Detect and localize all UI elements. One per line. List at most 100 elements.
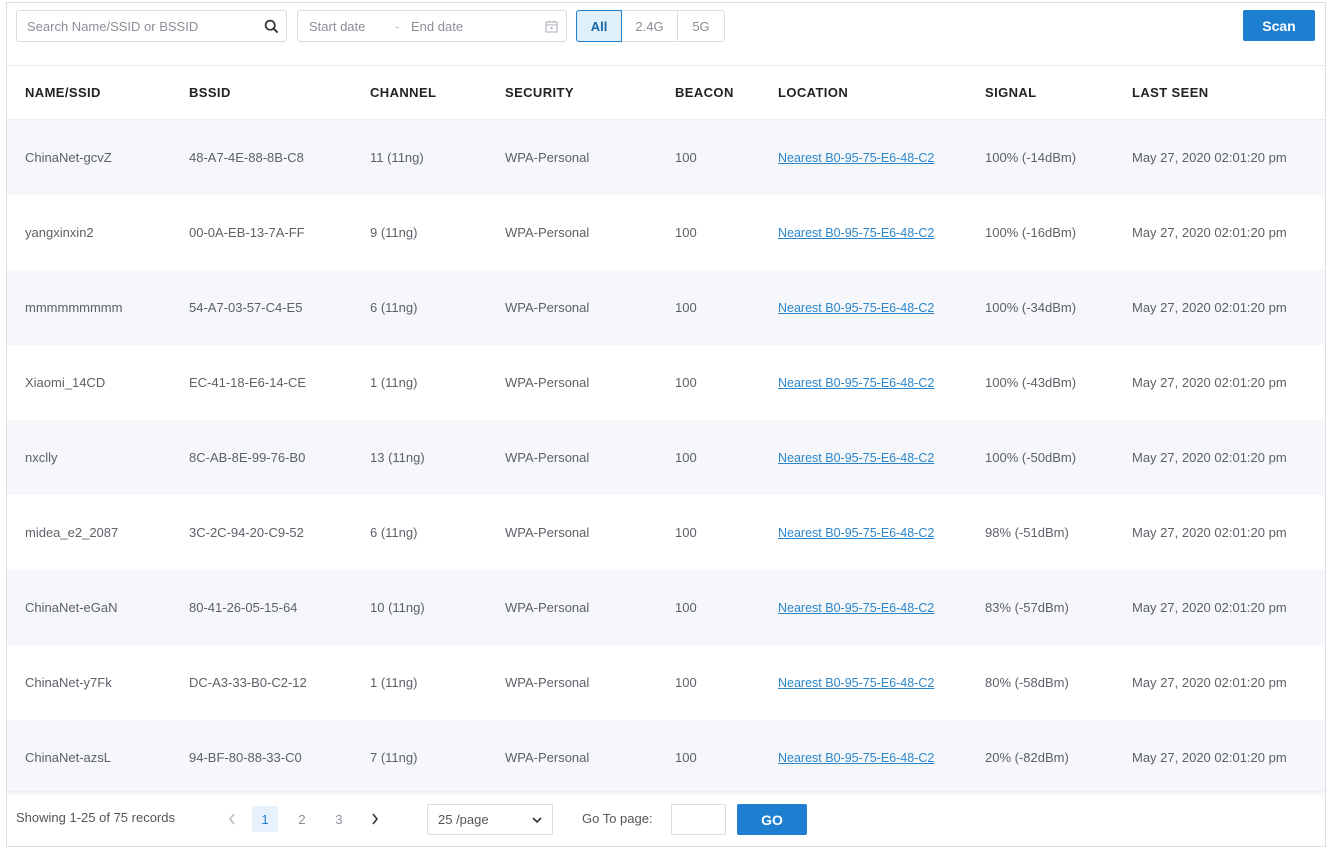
column-header-location[interactable]: LOCATION bbox=[778, 66, 985, 120]
page-3-button[interactable]: 3 bbox=[326, 806, 352, 832]
cell-beacon: 100 bbox=[675, 225, 697, 240]
page-size-select[interactable]: 25 /page bbox=[427, 804, 553, 835]
column-header-security[interactable]: SECURITY bbox=[505, 66, 675, 120]
cell-last-seen: May 27, 2020 02:01:20 pm bbox=[1132, 270, 1325, 345]
search-input[interactable] bbox=[17, 12, 256, 40]
cell-bssid: 94-BF-80-88-33-C0 bbox=[189, 720, 370, 795]
cell-channel: 11 (11ng) bbox=[370, 119, 505, 195]
cell-channel: 6 (11ng) bbox=[370, 270, 505, 345]
location-link[interactable]: Nearest B0-95-75-E6-48-C2 bbox=[778, 375, 985, 391]
location-link[interactable]: Nearest B0-95-75-E6-48-C2 bbox=[778, 150, 985, 166]
table-row[interactable]: midea_e2_2087 3C-2C-94-20-C9-52 6 (11ng)… bbox=[7, 495, 1325, 570]
cell-channel: 6 (11ng) bbox=[370, 525, 418, 540]
cell-location: Nearest B0-95-75-E6-48-C2 bbox=[778, 119, 985, 195]
cell-bssid: 48-A7-4E-88-8B-C8 bbox=[189, 119, 370, 195]
table-row[interactable]: ChinaNet-eGaN 80-41-26-05-15-64 10 (11ng… bbox=[7, 570, 1325, 645]
cell-bssid: EC-41-18-E6-14-CE bbox=[189, 375, 307, 390]
cell-beacon: 100 bbox=[675, 375, 697, 390]
band-filter: All 2.4G 5G bbox=[576, 10, 725, 42]
end-date-input[interactable]: End date bbox=[411, 19, 541, 34]
calendar-icon[interactable] bbox=[541, 20, 561, 33]
prev-page-icon[interactable] bbox=[220, 806, 244, 832]
cell-signal: 100% (-43dBm) bbox=[985, 375, 1077, 390]
date-range-picker[interactable]: Start date - End date bbox=[297, 10, 567, 42]
column-header-name[interactable]: NAME/SSID bbox=[7, 66, 189, 120]
cell-signal: 100% (-16dBm) bbox=[985, 225, 1077, 240]
go-button[interactable]: GO bbox=[737, 804, 807, 835]
cell-name: ChinaNet-y7Fk bbox=[25, 675, 112, 690]
cell-location: Nearest B0-95-75-E6-48-C2 bbox=[778, 645, 985, 720]
location-link[interactable]: Nearest B0-95-75-E6-48-C2 bbox=[778, 450, 985, 466]
cell-security: WPA-Personal bbox=[505, 420, 675, 495]
cell-security: WPA-Personal bbox=[505, 720, 675, 795]
cell-channel: 9 (11ng) bbox=[370, 225, 418, 240]
table-row[interactable]: ChinaNet-y7Fk DC-A3-33-B0-C2-12 1 (11ng)… bbox=[7, 645, 1325, 720]
location-link[interactable]: Nearest B0-95-75-E6-48-C2 bbox=[778, 225, 985, 241]
cell-beacon: 100 bbox=[675, 570, 778, 645]
cell-security: WPA-Personal bbox=[505, 675, 590, 690]
cell-bssid: 3C-2C-94-20-C9-52 bbox=[189, 525, 304, 540]
cell-beacon: 100 bbox=[675, 420, 778, 495]
cell-bssid: 8C-AB-8E-99-76-B0 bbox=[189, 420, 370, 495]
cell-location: Nearest B0-95-75-E6-48-C2 bbox=[778, 495, 985, 570]
location-link[interactable]: Nearest B0-95-75-E6-48-C2 bbox=[778, 525, 985, 541]
cell-last-seen: May 27, 2020 02:01:20 pm bbox=[1132, 675, 1287, 690]
records-count: Showing 1-25 of 75 records bbox=[16, 810, 175, 825]
table-row[interactable]: ChinaNet-azsL 94-BF-80-88-33-C0 7 (11ng)… bbox=[7, 720, 1325, 795]
cell-name: mmmmmmmmm bbox=[7, 270, 189, 345]
cell-beacon: 100 bbox=[675, 525, 697, 540]
page-2-button[interactable]: 2 bbox=[289, 806, 315, 832]
column-header-beacon[interactable]: BEACON bbox=[675, 66, 778, 120]
column-header-bssid[interactable]: BSSID bbox=[189, 66, 370, 120]
cell-location: Nearest B0-95-75-E6-48-C2 bbox=[778, 195, 985, 270]
scan-button[interactable]: Scan bbox=[1243, 10, 1315, 41]
band-2-4g-option[interactable]: 2.4G bbox=[621, 10, 678, 42]
cell-bssid: 80-41-26-05-15-64 bbox=[189, 570, 370, 645]
cell-name: ChinaNet-gcvZ bbox=[7, 119, 189, 195]
table-row[interactable]: nxclly 8C-AB-8E-99-76-B0 13 (11ng) WPA-P… bbox=[7, 420, 1325, 495]
cell-channel: 13 (11ng) bbox=[370, 420, 505, 495]
search-icon[interactable] bbox=[256, 11, 286, 41]
cell-channel: 10 (11ng) bbox=[370, 570, 505, 645]
location-link[interactable]: Nearest B0-95-75-E6-48-C2 bbox=[778, 675, 985, 691]
cell-beacon: 100 bbox=[675, 720, 778, 795]
column-header-signal[interactable]: SIGNAL bbox=[985, 66, 1132, 120]
cell-signal: 98% (-51dBm) bbox=[985, 525, 1069, 540]
cell-beacon: 100 bbox=[675, 675, 697, 690]
cell-location: Nearest B0-95-75-E6-48-C2 bbox=[778, 720, 985, 795]
location-link[interactable]: Nearest B0-95-75-E6-48-C2 bbox=[778, 300, 985, 316]
next-page-icon[interactable] bbox=[363, 806, 387, 832]
column-header-channel[interactable]: CHANNEL bbox=[370, 66, 505, 120]
start-date-input[interactable]: Start date bbox=[309, 19, 395, 34]
goto-label: Go To page: bbox=[582, 811, 653, 826]
cell-name: yangxinxin2 bbox=[25, 225, 94, 240]
cell-bssid: DC-A3-33-B0-C2-12 bbox=[189, 675, 307, 690]
location-link[interactable]: Nearest B0-95-75-E6-48-C2 bbox=[778, 600, 985, 616]
table-row[interactable]: ChinaNet-gcvZ 48-A7-4E-88-8B-C8 11 (11ng… bbox=[7, 119, 1325, 195]
wifi-scan-panel: Start date - End date All 2.4G 5G Scan N… bbox=[6, 2, 1326, 847]
location-link[interactable]: Nearest B0-95-75-E6-48-C2 bbox=[778, 750, 985, 766]
cell-name: ChinaNet-eGaN bbox=[7, 570, 189, 645]
page-size-value: 25 /page bbox=[438, 812, 489, 827]
cell-security: WPA-Personal bbox=[505, 270, 675, 345]
cell-signal: 100% (-50dBm) bbox=[985, 420, 1132, 495]
cell-location: Nearest B0-95-75-E6-48-C2 bbox=[778, 345, 985, 420]
cell-signal: 83% (-57dBm) bbox=[985, 570, 1132, 645]
cell-last-seen: May 27, 2020 02:01:20 pm bbox=[1132, 225, 1287, 240]
cell-bssid: 00-0A-EB-13-7A-FF bbox=[189, 225, 305, 240]
cell-last-seen: May 27, 2020 02:01:20 pm bbox=[1132, 720, 1325, 795]
band-5g-option[interactable]: 5G bbox=[677, 10, 725, 42]
column-header-last-seen[interactable]: LAST SEEN bbox=[1132, 66, 1325, 120]
table-row[interactable]: Xiaomi_14CD EC-41-18-E6-14-CE 1 (11ng) W… bbox=[7, 345, 1325, 420]
cell-security: WPA-Personal bbox=[505, 119, 675, 195]
table-row[interactable]: mmmmmmmmm 54-A7-03-57-C4-E5 6 (11ng) WPA… bbox=[7, 270, 1325, 345]
page-1-button[interactable]: 1 bbox=[252, 806, 278, 832]
search-box[interactable] bbox=[16, 10, 287, 42]
cell-signal: 80% (-58dBm) bbox=[985, 675, 1069, 690]
table-row[interactable]: yangxinxin2 00-0A-EB-13-7A-FF 9 (11ng) W… bbox=[7, 195, 1325, 270]
toolbar: Start date - End date All 2.4G 5G Scan bbox=[7, 3, 1325, 66]
goto-page-input[interactable] bbox=[671, 804, 726, 835]
cell-last-seen: May 27, 2020 02:01:20 pm bbox=[1132, 375, 1287, 390]
pagination-bar: Showing 1-25 of 75 records 1 2 3 25 /pag… bbox=[7, 791, 1325, 846]
band-all-option[interactable]: All bbox=[576, 10, 622, 42]
